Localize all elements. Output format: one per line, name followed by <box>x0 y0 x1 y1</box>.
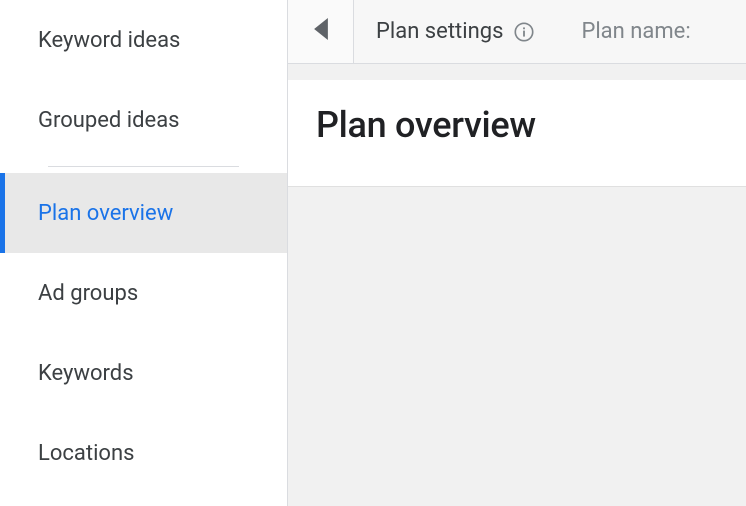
sidebar-item-label: Keywords <box>38 361 134 386</box>
sidebar-item-label: Grouped ideas <box>38 108 180 133</box>
collapse-sidebar-button[interactable] <box>288 0 354 64</box>
sidebar-item-plan-overview[interactable]: Plan overview <box>0 173 287 253</box>
content-card: Plan overview <box>288 80 746 187</box>
sidebar-item-grouped-ideas[interactable]: Grouped ideas <box>0 80 287 160</box>
sidebar-item-ad-groups[interactable]: Ad groups <box>0 253 287 333</box>
sidebar-item-label: Keyword ideas <box>38 28 180 53</box>
sidebar: Keyword ideas Grouped ideas Plan overvie… <box>0 0 288 506</box>
sidebar-item-keywords[interactable]: Keywords <box>0 333 287 413</box>
page-title: Plan overview <box>316 104 718 146</box>
sidebar-item-keyword-ideas[interactable]: Keyword ideas <box>0 0 287 80</box>
plan-settings-label-group[interactable]: Plan settings <box>376 19 535 44</box>
plan-name-label[interactable]: Plan name: <box>581 19 690 44</box>
plan-settings-text: Plan settings <box>376 19 503 44</box>
plan-settings-bar: Plan settings Plan name: <box>288 0 746 64</box>
sidebar-divider <box>48 166 239 167</box>
main-area: Plan settings Plan name: Plan overview <box>288 0 746 506</box>
sidebar-item-label: Plan overview <box>38 201 173 226</box>
triangle-left-icon <box>312 18 330 44</box>
info-icon[interactable] <box>513 21 535 43</box>
sidebar-item-locations[interactable]: Locations <box>0 413 287 493</box>
sidebar-item-label: Locations <box>38 441 134 466</box>
sidebar-item-label: Ad groups <box>38 281 138 306</box>
